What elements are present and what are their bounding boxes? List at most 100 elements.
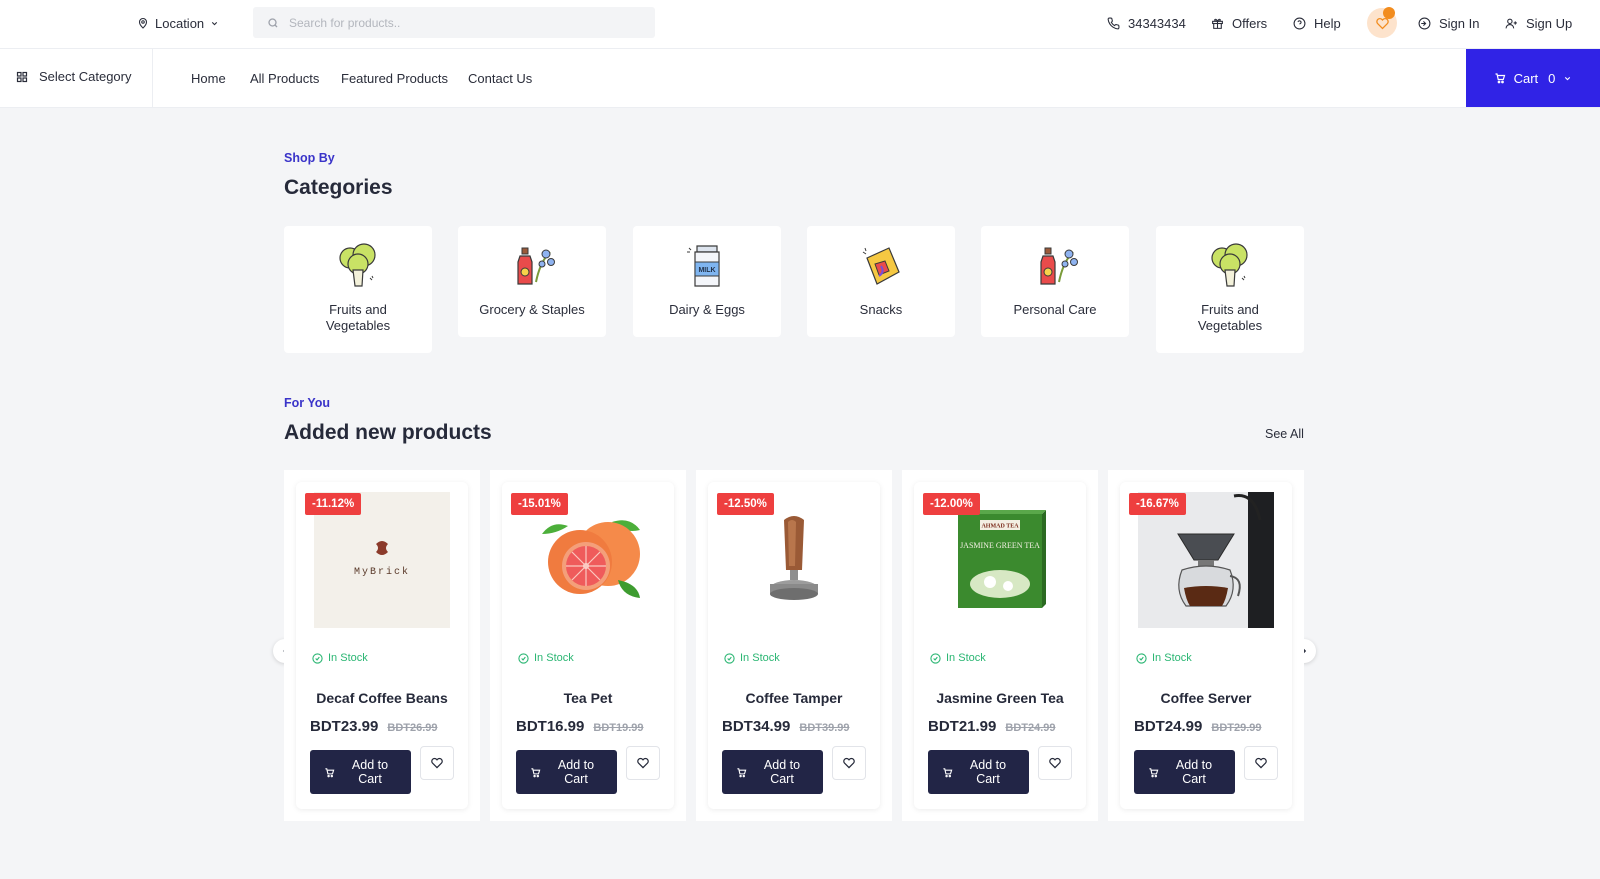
add-to-wishlist-button[interactable] bbox=[832, 746, 866, 780]
product-price: BDT23.99 BDT26.99 bbox=[310, 718, 438, 735]
milk-carton-icon: MILK bbox=[687, 245, 720, 287]
tea-box-text: JASMINE GREEN TEA bbox=[960, 541, 1040, 550]
sign-in-label: Sign In bbox=[1439, 15, 1480, 31]
cart-icon bbox=[531, 767, 541, 777]
phone-number: 34343434 bbox=[1128, 15, 1186, 31]
cart-button[interactable]: Cart 0 bbox=[1466, 49, 1600, 107]
cart-icon bbox=[737, 767, 747, 777]
nav-link-featured-products[interactable]: Featured Products bbox=[341, 71, 448, 86]
stock-status: In Stock bbox=[724, 652, 780, 664]
add-to-wishlist-button[interactable] bbox=[626, 746, 660, 780]
stock-status: In Stock bbox=[312, 652, 368, 664]
add-to-wishlist-button[interactable] bbox=[1244, 746, 1278, 780]
discount-badge: -12.00% bbox=[923, 493, 980, 515]
discount-badge: -16.67% bbox=[1129, 493, 1186, 515]
product-name[interactable]: Tea Pet bbox=[502, 690, 674, 706]
offers-link[interactable]: Offers bbox=[1211, 14, 1267, 32]
category-label: Personal Care bbox=[1013, 302, 1097, 317]
stock-label: In Stock bbox=[740, 652, 780, 664]
add-to-cart-button[interactable]: Add to Cart bbox=[722, 750, 823, 794]
cart-icon bbox=[1495, 73, 1505, 84]
product-price: BDT16.99 BDT19.99 bbox=[516, 718, 644, 735]
product-name[interactable]: Coffee Tamper bbox=[708, 690, 880, 706]
nav-divider bbox=[152, 49, 153, 107]
add-to-cart-button[interactable]: Add to Cart bbox=[928, 750, 1029, 794]
product-card-wrapper: -12.50% In Stock Coffee Tamper BDT34.99 … bbox=[696, 470, 892, 821]
original-price: BDT26.99 bbox=[387, 722, 438, 734]
location-selector[interactable]: Location bbox=[137, 14, 219, 32]
category-card-grocery-staples[interactable]: Grocery & Staples bbox=[458, 226, 606, 337]
product-card[interactable]: AHMAD TEA JASMINE GREEN TEA -12.00% In S… bbox=[914, 482, 1086, 809]
product-name[interactable]: Decaf Coffee Beans bbox=[296, 690, 468, 706]
add-to-cart-label: Add to Cart bbox=[351, 758, 389, 786]
category-card-personal-care[interactable]: Personal Care bbox=[981, 226, 1129, 337]
nav-link-all-products[interactable]: All Products bbox=[250, 71, 319, 86]
product-name[interactable]: Coffee Server bbox=[1120, 690, 1292, 706]
category-label: Fruits and Vegetables bbox=[1197, 302, 1263, 333]
broccoli-icon bbox=[339, 243, 376, 287]
help-link[interactable]: Help bbox=[1293, 14, 1341, 32]
add-to-cart-label: Add to Cart bbox=[1175, 758, 1213, 786]
broccoli-icon bbox=[1211, 243, 1248, 287]
user-plus-icon bbox=[1505, 18, 1517, 28]
products-title: Added new products bbox=[284, 421, 492, 444]
category-card-fruits-vegetables[interactable]: Fruits and Vegetables bbox=[1156, 226, 1304, 353]
current-price: BDT16.99 bbox=[516, 718, 585, 735]
add-to-wishlist-button[interactable] bbox=[420, 746, 454, 780]
current-price: BDT21.99 bbox=[928, 718, 997, 735]
category-card-fruits-vegetables[interactable]: Fruits and Vegetables bbox=[284, 226, 432, 353]
nav-link-contact-us[interactable]: Contact Us bbox=[468, 71, 532, 86]
discount-badge: -12.50% bbox=[717, 493, 774, 515]
chevron-down-icon bbox=[1565, 76, 1571, 80]
product-card[interactable]: -12.50% In Stock Coffee Tamper BDT34.99 … bbox=[708, 482, 880, 809]
tea-brand-text: AHMAD TEA bbox=[981, 524, 1019, 530]
phone-icon bbox=[1107, 17, 1120, 29]
category-card-snacks[interactable]: Snacks bbox=[807, 226, 955, 337]
see-all-link[interactable]: See All bbox=[1265, 427, 1304, 441]
current-price: BDT23.99 bbox=[310, 718, 379, 735]
nav-link-home[interactable]: Home bbox=[191, 71, 226, 86]
sign-in-link[interactable]: Sign In bbox=[1418, 14, 1479, 32]
category-label: Snacks bbox=[859, 302, 903, 317]
product-card[interactable]: MyBrick -11.12% In Stock Decaf Coffee Be… bbox=[296, 482, 468, 809]
add-to-cart-button[interactable]: Add to Cart bbox=[516, 750, 617, 794]
heart-icon bbox=[1255, 757, 1267, 769]
map-pin-icon bbox=[138, 17, 148, 29]
category-label: Dairy & Eggs bbox=[669, 302, 745, 317]
current-price: BDT34.99 bbox=[722, 718, 791, 735]
check-circle-icon bbox=[930, 652, 941, 664]
add-to-wishlist-button[interactable] bbox=[1038, 746, 1072, 780]
add-to-cart-button[interactable]: Add to Cart bbox=[310, 750, 411, 794]
sign-up-label: Sign Up bbox=[1526, 15, 1573, 31]
check-circle-icon bbox=[1136, 652, 1147, 664]
phone-link[interactable]: 34343434 bbox=[1107, 14, 1186, 32]
product-card[interactable]: -16.67% In Stock Coffee Server BDT24.99 … bbox=[1120, 482, 1292, 809]
stock-status: In Stock bbox=[1136, 652, 1192, 664]
oil-bottle-icon bbox=[1040, 247, 1078, 285]
product-card[interactable]: -15.01% In Stock Tea Pet BDT16.99 BDT19.… bbox=[502, 482, 674, 809]
stock-status: In Stock bbox=[930, 652, 986, 664]
discount-badge: -11.12% bbox=[305, 493, 362, 515]
sign-up-link[interactable]: Sign Up bbox=[1505, 14, 1572, 32]
category-label: Grocery & Staples bbox=[479, 302, 585, 317]
search-input[interactable] bbox=[289, 15, 629, 30]
select-category-button[interactable]: Select Category bbox=[16, 69, 132, 84]
product-card-wrapper: MyBrick -11.12% In Stock Decaf Coffee Be… bbox=[284, 470, 480, 821]
add-to-cart-button[interactable]: Add to Cart bbox=[1134, 750, 1235, 794]
original-price: BDT19.99 bbox=[593, 722, 644, 734]
product-price: BDT21.99 BDT24.99 bbox=[928, 718, 1056, 735]
current-price: BDT24.99 bbox=[1134, 718, 1203, 735]
add-to-cart-label: Add to Cart bbox=[557, 758, 595, 786]
category-label: Fruits and Vegetables bbox=[325, 302, 391, 333]
category-card-dairy-eggs[interactable]: MILK Dairy & Eggs bbox=[633, 226, 781, 337]
stock-label: In Stock bbox=[946, 652, 986, 664]
search-bar[interactable] bbox=[253, 7, 655, 38]
stock-label: In Stock bbox=[328, 652, 368, 664]
categories-eyebrow: Shop By bbox=[284, 151, 335, 165]
sign-in-icon bbox=[1418, 17, 1431, 29]
gift-icon bbox=[1212, 18, 1223, 29]
product-name[interactable]: Jasmine Green Tea bbox=[914, 690, 1086, 706]
search-icon bbox=[268, 17, 278, 27]
product-price: BDT24.99 BDT29.99 bbox=[1134, 718, 1262, 735]
heart-icon bbox=[637, 757, 649, 769]
